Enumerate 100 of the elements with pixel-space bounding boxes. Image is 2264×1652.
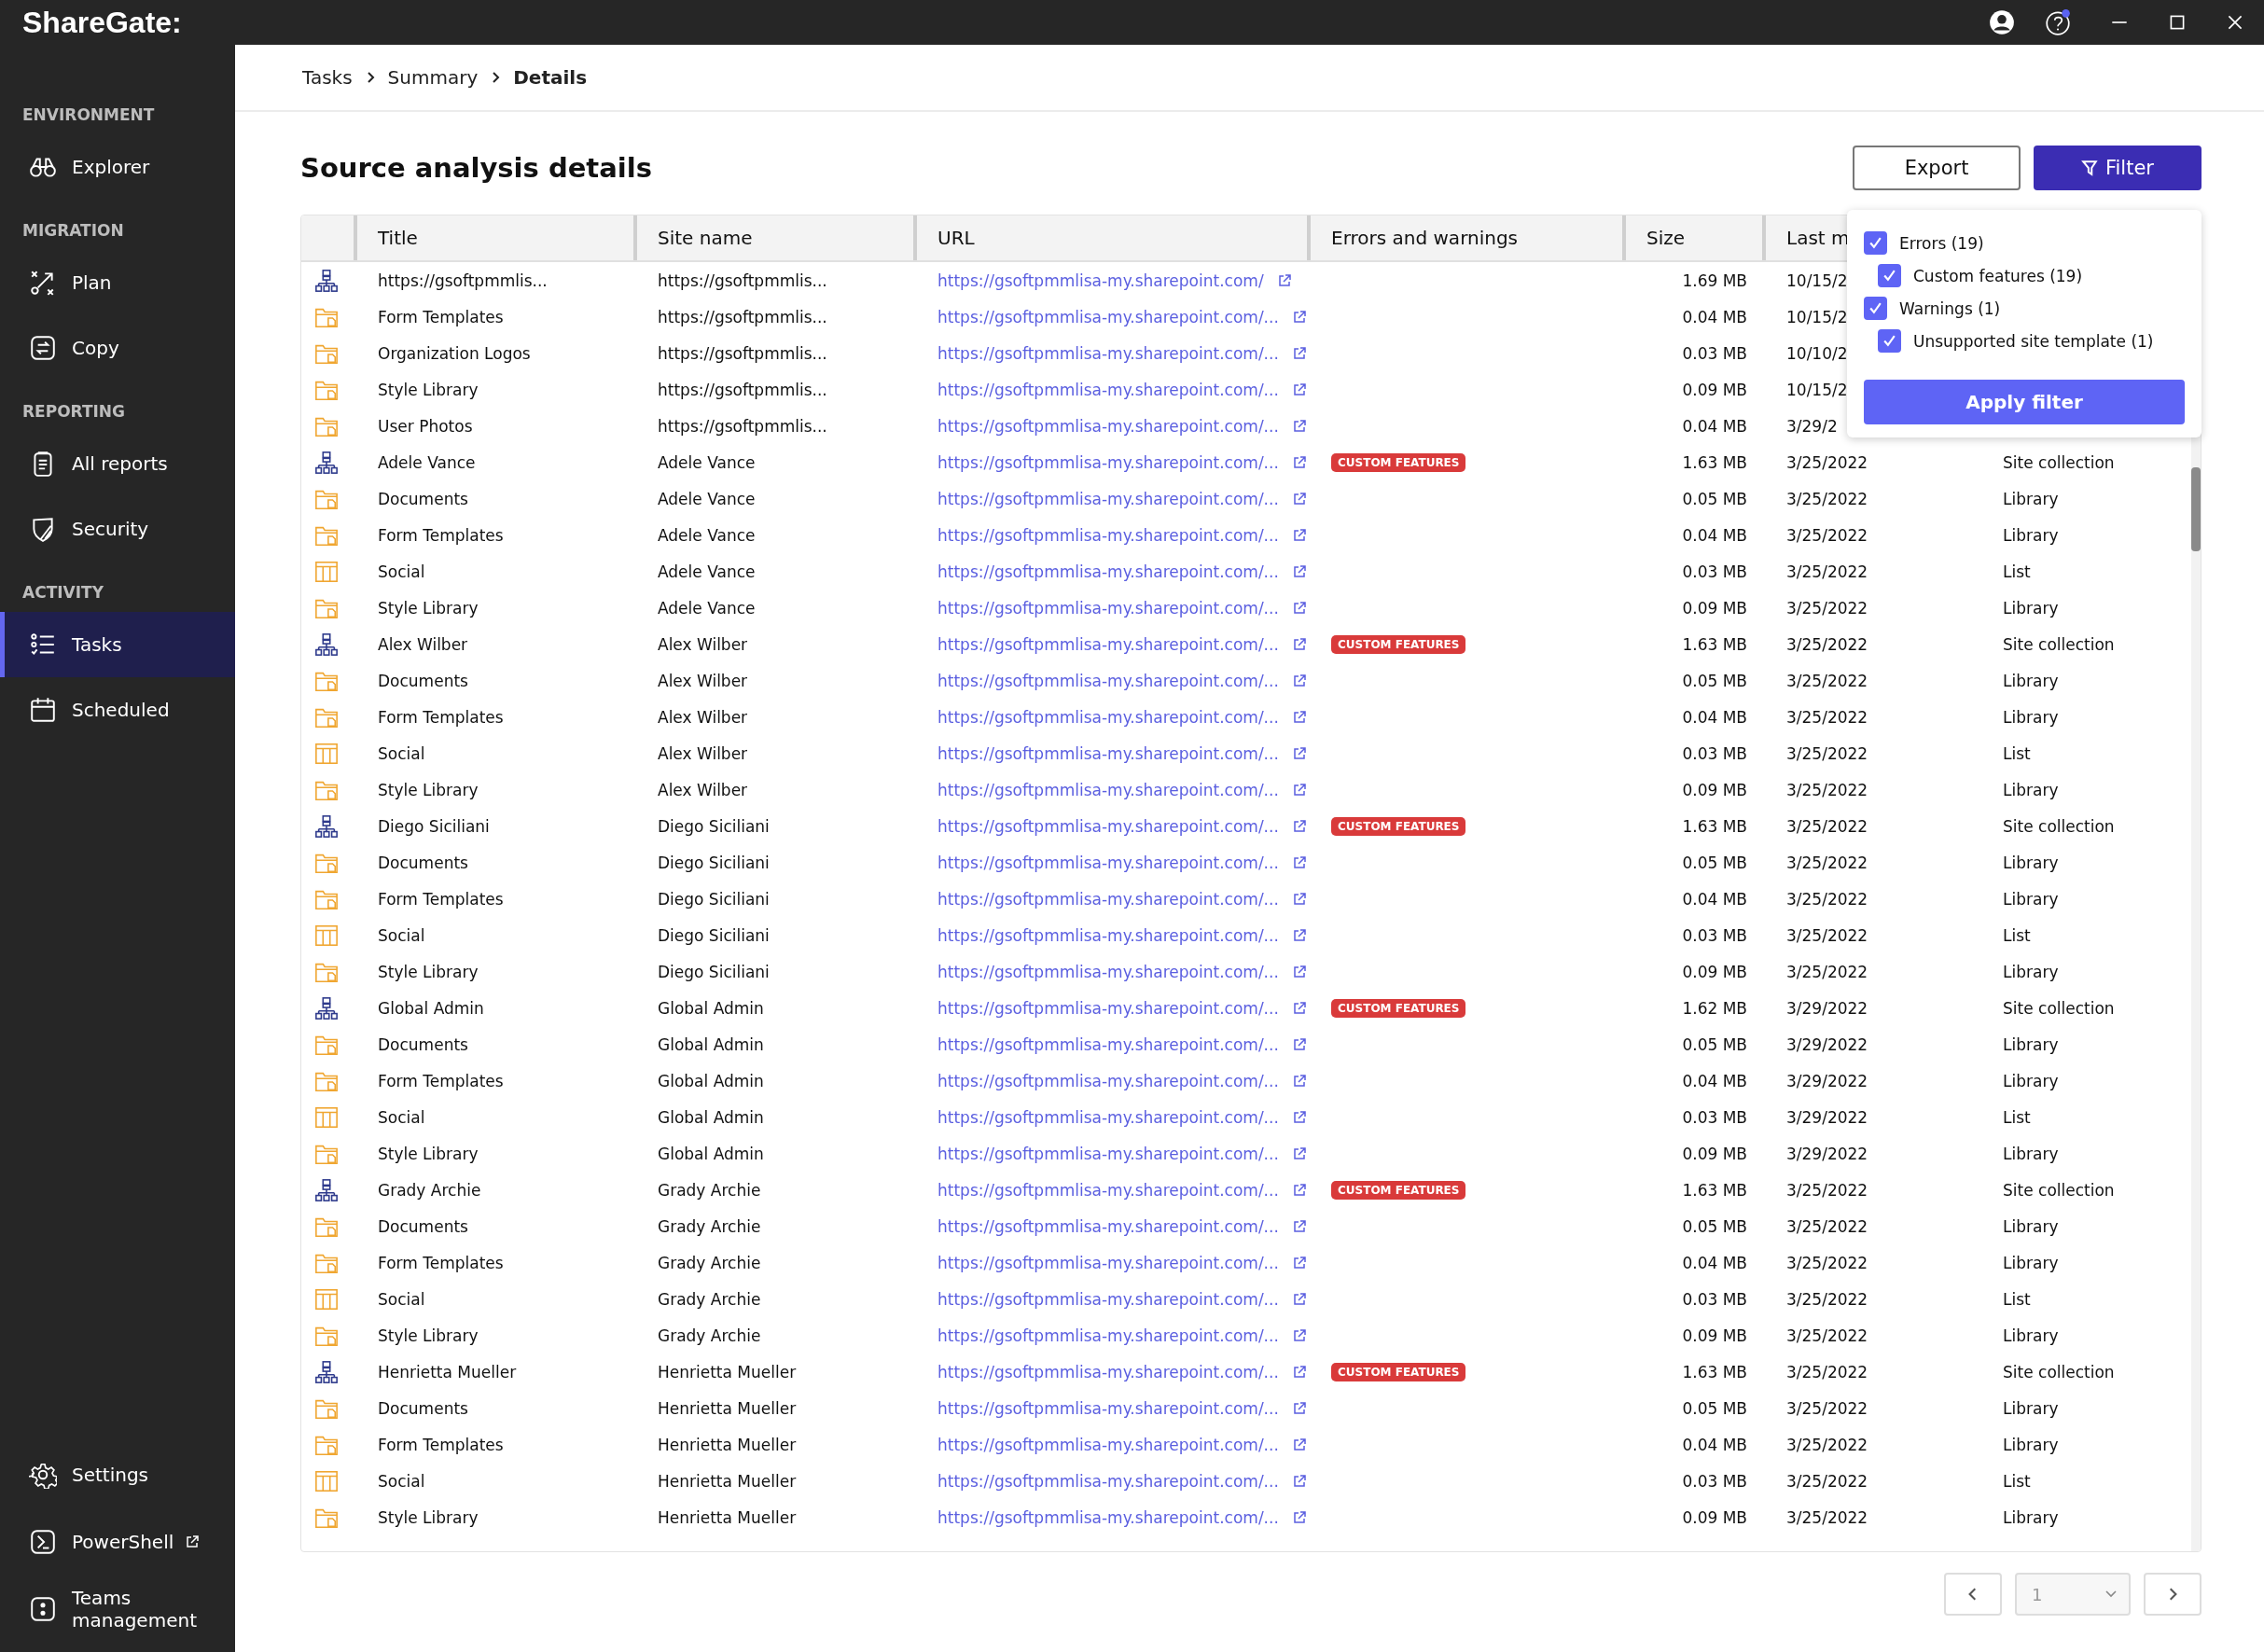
- external-link-icon[interactable]: [1291, 309, 1307, 325]
- filter-button[interactable]: Filter: [2034, 146, 2201, 190]
- external-link-icon[interactable]: [1291, 454, 1307, 470]
- url-link[interactable]: https://gsoftpmmlisa-my.sharepoint.com/...: [938, 562, 1279, 581]
- nav-item[interactable]: Copy: [0, 315, 235, 381]
- help-icon[interactable]: [2044, 8, 2072, 36]
- external-link-icon[interactable]: [1291, 491, 1307, 507]
- url-link[interactable]: https://gsoftpmmlisa-my.sharepoint.com/...: [938, 452, 1279, 472]
- url-link[interactable]: https://gsoftpmmlisa-my.sharepoint.com/...: [938, 598, 1279, 618]
- external-link-icon[interactable]: [1291, 673, 1307, 688]
- table-cell: 3/25/2022: [1786, 1435, 1868, 1454]
- url-link[interactable]: https://gsoftpmmlisa-my.sharepoint.com/...: [938, 489, 1279, 508]
- nav-item[interactable]: Plan: [0, 250, 235, 315]
- nav-item[interactable]: PowerShell: [0, 1508, 235, 1576]
- nav-item[interactable]: Explorer: [0, 134, 235, 200]
- url-link[interactable]: https://gsoftpmmlisa-my.sharepoint.com/...: [938, 416, 1279, 436]
- external-link-icon[interactable]: [1291, 1291, 1307, 1307]
- external-link-icon[interactable]: [1291, 1182, 1307, 1198]
- external-link-icon[interactable]: [1291, 1145, 1307, 1161]
- url-link[interactable]: https://gsoftpmmlisa-my.sharepoint.com/: [938, 271, 1264, 290]
- checkbox-box[interactable]: [1878, 264, 1901, 287]
- checkbox[interactable]: Errors (19): [1864, 227, 2185, 259]
- url-link[interactable]: https://gsoftpmmlisa-my.sharepoint.com/...: [938, 1435, 1279, 1454]
- external-link-icon[interactable]: [1291, 527, 1307, 543]
- external-link-icon[interactable]: [1291, 345, 1307, 361]
- external-link-icon[interactable]: [1291, 1509, 1307, 1525]
- external-link-icon[interactable]: [1291, 382, 1307, 397]
- url-link[interactable]: https://gsoftpmmlisa-my.sharepoint.com/...: [938, 743, 1279, 763]
- checkbox-box[interactable]: [1878, 329, 1901, 353]
- external-link-icon[interactable]: [1276, 272, 1292, 288]
- url-link[interactable]: https://gsoftpmmlisa-my.sharepoint.com/...: [938, 634, 1279, 654]
- external-link-icon[interactable]: [1291, 1473, 1307, 1489]
- external-link-icon[interactable]: [1291, 1109, 1307, 1125]
- user-icon[interactable]: [1988, 8, 2016, 36]
- url-link[interactable]: https://gsoftpmmlisa-my.sharepoint.com/...: [938, 1253, 1279, 1272]
- external-link-icon[interactable]: [1291, 927, 1307, 943]
- external-link-icon[interactable]: [1291, 1437, 1307, 1452]
- url-link[interactable]: https://gsoftpmmlisa-my.sharepoint.com/...: [938, 998, 1279, 1018]
- nav-item[interactable]: Teams management: [0, 1576, 235, 1643]
- external-link-icon[interactable]: [1291, 1255, 1307, 1270]
- external-link-icon[interactable]: [1291, 854, 1307, 870]
- nav-item[interactable]: Security: [0, 496, 235, 562]
- nav-item[interactable]: Scheduled: [0, 677, 235, 743]
- url-link[interactable]: https://gsoftpmmlisa-my.sharepoint.com/...: [938, 307, 1279, 326]
- page-select[interactable]: 1: [2015, 1573, 2131, 1616]
- external-link-icon[interactable]: [1291, 1218, 1307, 1234]
- url-link[interactable]: https://gsoftpmmlisa-my.sharepoint.com/...: [938, 1180, 1279, 1200]
- url-link[interactable]: https://gsoftpmmlisa-my.sharepoint.com/...: [938, 525, 1279, 545]
- checkbox[interactable]: Warnings (1): [1864, 292, 2185, 325]
- url-link[interactable]: https://gsoftpmmlisa-my.sharepoint.com/...: [938, 853, 1279, 872]
- url-link[interactable]: https://gsoftpmmlisa-my.sharepoint.com/...: [938, 925, 1279, 945]
- column-header[interactable]: URL: [913, 215, 1307, 260]
- url-link[interactable]: https://gsoftpmmlisa-my.sharepoint.com/...: [938, 1326, 1279, 1345]
- url-link[interactable]: https://gsoftpmmlisa-my.sharepoint.com/...: [938, 707, 1279, 727]
- url-link[interactable]: https://gsoftpmmlisa-my.sharepoint.com/...: [938, 1507, 1279, 1527]
- external-link-icon[interactable]: [1291, 600, 1307, 616]
- url-link[interactable]: https://gsoftpmmlisa-my.sharepoint.com/...: [938, 1144, 1279, 1163]
- nav-item[interactable]: Tasks: [0, 612, 235, 677]
- url-link[interactable]: https://gsoftpmmlisa-my.sharepoint.com/...: [938, 889, 1279, 909]
- external-link-icon[interactable]: [1291, 563, 1307, 579]
- url-link[interactable]: https://gsoftpmmlisa-my.sharepoint.com/...: [938, 1034, 1279, 1054]
- breadcrumb-link[interactable]: Summary: [387, 66, 479, 89]
- url-link[interactable]: https://gsoftpmmlisa-my.sharepoint.com/...: [938, 1398, 1279, 1418]
- external-link-icon[interactable]: [1291, 891, 1307, 907]
- url-link[interactable]: https://gsoftpmmlisa-my.sharepoint.com/...: [938, 343, 1279, 363]
- breadcrumb-link[interactable]: Tasks: [302, 66, 353, 89]
- checkbox-box[interactable]: [1864, 231, 1887, 255]
- external-link-icon[interactable]: [1291, 1000, 1307, 1016]
- url-link[interactable]: https://gsoftpmmlisa-my.sharepoint.com/...: [938, 1289, 1279, 1309]
- url-link[interactable]: https://gsoftpmmlisa-my.sharepoint.com/...: [938, 1216, 1279, 1236]
- external-link-icon[interactable]: [1291, 964, 1307, 979]
- external-link-icon[interactable]: [1291, 1364, 1307, 1380]
- external-link-icon[interactable]: [1291, 1073, 1307, 1089]
- external-link-icon[interactable]: [1291, 418, 1307, 434]
- external-link-icon[interactable]: [1291, 1400, 1307, 1416]
- external-link-icon[interactable]: [1291, 782, 1307, 798]
- url-link[interactable]: https://gsoftpmmlisa-my.sharepoint.com/...: [938, 1362, 1279, 1381]
- checkbox-box[interactable]: [1864, 297, 1887, 320]
- url-link[interactable]: https://gsoftpmmlisa-my.sharepoint.com/...: [938, 671, 1279, 690]
- url-link[interactable]: https://gsoftpmmlisa-my.sharepoint.com/...: [938, 1471, 1279, 1491]
- external-link-icon[interactable]: [1291, 709, 1307, 725]
- external-link-icon[interactable]: [1291, 818, 1307, 834]
- external-link-icon[interactable]: [1291, 1327, 1307, 1343]
- apply-filter-button[interactable]: Apply filter: [1864, 380, 2185, 424]
- external-link-icon[interactable]: [1291, 1036, 1307, 1052]
- column-header[interactable]: Title: [354, 215, 633, 260]
- external-link-icon[interactable]: [1291, 745, 1307, 761]
- nav-item[interactable]: Settings: [0, 1441, 235, 1508]
- nav-item[interactable]: All reports: [0, 431, 235, 496]
- column-header[interactable]: Site name: [633, 215, 913, 260]
- url-link[interactable]: https://gsoftpmmlisa-my.sharepoint.com/...: [938, 1071, 1279, 1090]
- url-link[interactable]: https://gsoftpmmlisa-my.sharepoint.com/...: [938, 816, 1279, 836]
- url-link[interactable]: https://gsoftpmmlisa-my.sharepoint.com/...: [938, 780, 1279, 799]
- url-link[interactable]: https://gsoftpmmlisa-my.sharepoint.com/...: [938, 962, 1279, 981]
- column-header[interactable]: Size: [1622, 215, 1762, 260]
- url-link[interactable]: https://gsoftpmmlisa-my.sharepoint.com/...: [938, 380, 1279, 399]
- external-link-icon[interactable]: [1291, 636, 1307, 652]
- url-link[interactable]: https://gsoftpmmlisa-my.sharepoint.com/...: [938, 1107, 1279, 1127]
- export-button[interactable]: Export: [1853, 146, 2021, 190]
- column-header[interactable]: Errors and warnings: [1307, 215, 1622, 260]
